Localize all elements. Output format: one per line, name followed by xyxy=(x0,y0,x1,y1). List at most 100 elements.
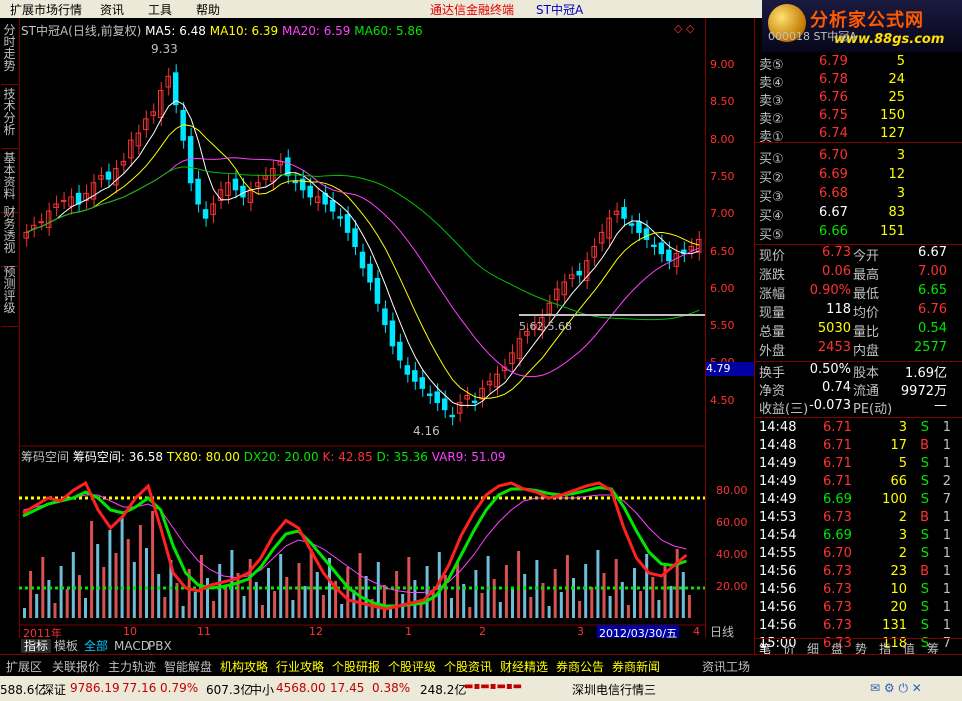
nav-tab-technical[interactable]: 技术分析 xyxy=(1,88,18,149)
tick-side: S xyxy=(920,528,929,543)
volume-bar xyxy=(47,580,51,618)
volume-bar xyxy=(492,579,496,618)
bottom-tab[interactable]: 机构攻略 xyxy=(220,658,268,675)
volume-bar xyxy=(511,588,514,618)
tab-pbx[interactable]: PBX xyxy=(145,639,175,653)
volume-bar xyxy=(29,571,33,618)
volume-bar xyxy=(657,600,661,618)
bottom-tab[interactable]: 券商新闻 xyxy=(612,658,660,675)
candle-body xyxy=(23,231,29,239)
stat-value: 1.69亿 xyxy=(905,366,947,381)
volume-bar xyxy=(681,572,685,618)
tick-time: 14:53 xyxy=(759,510,797,525)
tick-volume: 23 xyxy=(890,564,907,579)
tab-all[interactable]: 全部 xyxy=(81,639,111,653)
nav-tab-rating[interactable]: 预测评级 xyxy=(1,266,18,327)
menu-item-market[interactable]: 扩展市场行情 xyxy=(10,1,82,18)
indicator-header: 筹码空间 筹码空间: 36.58 TX80: 80.00 DX20: 20.00… xyxy=(21,448,506,465)
tick-count: 1 xyxy=(942,582,951,597)
volume-bar xyxy=(395,571,399,618)
volume-bar xyxy=(309,549,313,618)
volume-bar xyxy=(547,606,551,618)
volume-bar xyxy=(596,550,600,618)
ask-price: 6.79 xyxy=(819,54,848,69)
bid-volume: 83 xyxy=(888,205,905,220)
quote-panel: 卖⑤ 6.79 5 卖④ 6.78 24 卖③ 6.76 25 卖② 6.75 150 卖① 6.74 12… xyxy=(754,18,962,656)
volume-bar xyxy=(242,596,246,618)
volume-bar xyxy=(468,607,472,618)
header-icons[interactable]: ◇ ◇ xyxy=(674,22,694,35)
stat-label: 收益(三) xyxy=(759,402,809,417)
stat-value: 0.90% xyxy=(809,283,851,298)
candle-body xyxy=(68,196,74,207)
high-label: 9.33 xyxy=(151,42,178,56)
tick-time: 14:55 xyxy=(759,546,797,561)
candle-body xyxy=(516,338,523,360)
volume-bar xyxy=(529,597,533,618)
ind-var9: VAR9: 51.09 xyxy=(431,450,506,464)
volume-bar xyxy=(419,603,423,618)
date-tick: 12 xyxy=(309,625,323,638)
bottom-tab[interactable]: 个股资讯 xyxy=(444,658,492,675)
price-tick: 7.50 xyxy=(710,169,735,183)
tab-indicator[interactable]: 指标 xyxy=(21,639,52,653)
bottom-tab[interactable]: 券商公告 xyxy=(556,658,604,675)
candle-body xyxy=(666,249,672,262)
tick-side: S xyxy=(920,474,929,489)
nav-tab-intraday[interactable]: 分时走势 xyxy=(1,24,18,85)
candle-body xyxy=(98,175,104,180)
volume-bar xyxy=(480,593,484,618)
volume-bar xyxy=(84,598,87,618)
status-zx-pct: 0.38% xyxy=(372,681,411,695)
bid-level: 买① xyxy=(759,152,784,167)
bottom-tab[interactable]: 扩展区 xyxy=(6,658,42,675)
bottom-tab[interactable]: 资讯工场 xyxy=(702,658,750,675)
volume-bar xyxy=(590,587,594,618)
stat-value: 6.76 xyxy=(918,302,947,317)
stat-label: 最低 xyxy=(853,287,880,302)
bottom-tab[interactable]: 个股研报 xyxy=(332,658,380,675)
menu-item-help[interactable]: 帮助 xyxy=(196,1,220,18)
stat-value: 9972万 xyxy=(900,384,947,399)
menu-item-tools[interactable]: 工具 xyxy=(148,1,172,18)
volume-bar xyxy=(138,525,142,618)
tick-volume: 20 xyxy=(890,600,907,615)
tick-time: 14:48 xyxy=(759,438,797,453)
tick-volume: 2 xyxy=(898,510,907,525)
ask-price: 6.78 xyxy=(819,72,848,87)
tab-template[interactable]: 模板 xyxy=(51,639,81,653)
status-server[interactable]: 深圳电信行情三 xyxy=(572,681,656,698)
kline-chart[interactable] xyxy=(19,18,705,638)
tick-volume: 2 xyxy=(898,546,907,561)
nav-tab-fundamental[interactable]: 基本资料 xyxy=(1,152,18,213)
price-tick: 6.00 xyxy=(710,281,735,295)
volume-bar xyxy=(340,604,344,618)
indicator-tick: 40.00 xyxy=(716,548,748,561)
candle-body xyxy=(449,414,455,418)
volume-bar xyxy=(102,567,106,618)
period-label: 日线 xyxy=(710,625,735,639)
stat-value: 6.67 xyxy=(918,245,947,260)
candle-body xyxy=(658,242,665,255)
menu-item-news[interactable]: 资讯 xyxy=(100,1,124,18)
chart-area[interactable]: ST中冠A(日线,前复权) MA5: 6.48 MA10: 6.39 MA20:… xyxy=(19,18,705,641)
tick-time: 14:49 xyxy=(759,456,797,471)
bottom-tab[interactable]: 个股评级 xyxy=(388,658,436,675)
tick-count: 1 xyxy=(942,510,951,525)
volume-bar xyxy=(303,586,307,618)
candle-body xyxy=(38,221,44,224)
bottom-tab[interactable]: 智能解盘 xyxy=(164,658,212,675)
status-tray-icons[interactable]: ✉ ⚙ ⏻ ✕ xyxy=(870,681,922,696)
bottom-tab[interactable]: 财经精选 xyxy=(500,658,548,675)
stat-value: -0.073 xyxy=(809,398,851,413)
bottom-tab[interactable]: 关联报价 xyxy=(52,658,100,675)
tick-side: S xyxy=(920,456,929,471)
indicator-tick: 80.00 xyxy=(716,484,748,497)
bottom-tab[interactable]: 主力轨迹 xyxy=(108,658,156,675)
ask-level: 卖⑤ xyxy=(759,58,784,73)
date-tick: 1 xyxy=(405,625,412,638)
nav-tab-financial[interactable]: 财务透视 xyxy=(1,206,18,267)
bottom-tab[interactable]: 行业攻略 xyxy=(276,658,324,675)
volume-bar xyxy=(376,562,380,618)
status-amount-1: 588.6亿 xyxy=(0,683,47,697)
